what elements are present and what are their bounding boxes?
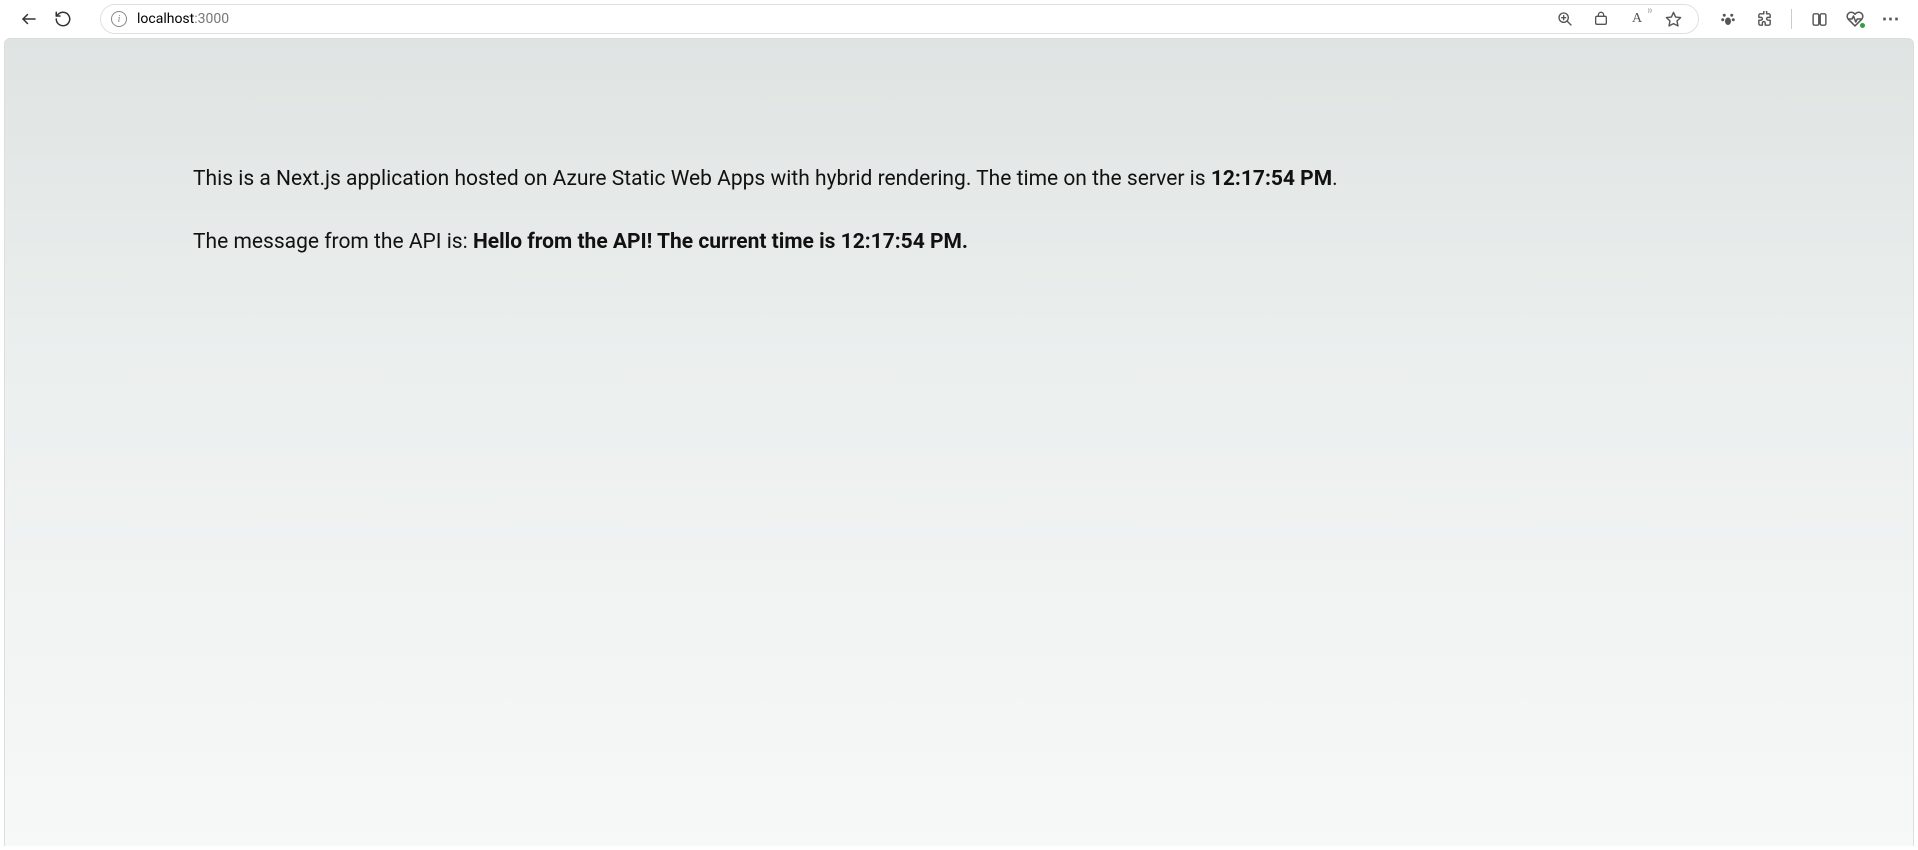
toolbar-divider [1791, 9, 1792, 29]
page-viewport: This is a Next.js application hosted on … [4, 38, 1914, 846]
server-time-value: 12:17:54 PM [1211, 167, 1332, 191]
address-bar[interactable]: i localhost:3000 A⁾⁾ [100, 4, 1699, 34]
extensions-icon[interactable] [1755, 10, 1773, 28]
server-time-suffix: . [1332, 167, 1338, 191]
server-time-prefix: This is a Next.js application hosted on … [193, 167, 1211, 191]
shopping-icon[interactable] [1592, 10, 1610, 28]
url-port: :3000 [194, 11, 229, 27]
back-button[interactable] [20, 10, 38, 28]
nav-buttons [12, 10, 80, 28]
more-menu-icon[interactable]: ⋯ [1882, 10, 1900, 28]
server-time-line: This is a Next.js application hosted on … [193, 163, 1793, 196]
zoom-icon[interactable] [1556, 10, 1574, 28]
extension-paw-icon[interactable] [1719, 10, 1737, 28]
url-display: localhost:3000 [137, 11, 229, 27]
api-message-line: The message from the API is: Hello from … [193, 226, 1793, 259]
api-message-prefix: The message from the API is: [193, 230, 473, 254]
favorite-icon[interactable] [1664, 10, 1682, 28]
url-host: localhost [137, 11, 194, 27]
read-aloud-icon[interactable]: A⁾⁾ [1628, 10, 1646, 28]
api-message-value: Hello from the API! The current time is … [473, 230, 968, 254]
site-info-icon[interactable]: i [111, 11, 127, 27]
refresh-button[interactable] [54, 10, 72, 28]
page-content: This is a Next.js application hosted on … [5, 39, 1913, 258]
address-bar-actions: A⁾⁾ [1556, 10, 1688, 28]
split-screen-icon[interactable] [1810, 10, 1828, 28]
heartbeat-icon[interactable] [1846, 10, 1864, 28]
toolbar-right: ⋯ [1707, 9, 1906, 29]
browser-toolbar: i localhost:3000 A⁾⁾ [0, 0, 1918, 38]
